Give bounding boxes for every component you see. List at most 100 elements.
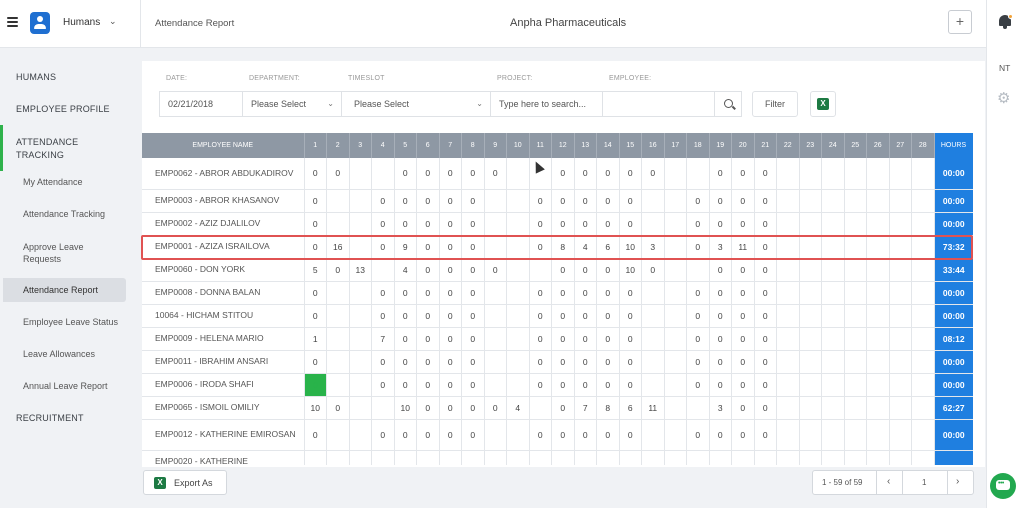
attendance-cell[interactable]: 0 bbox=[709, 212, 732, 236]
attendance-cell[interactable] bbox=[911, 419, 935, 451]
attendance-cell[interactable] bbox=[506, 189, 530, 213]
attendance-cell[interactable]: 0 bbox=[304, 189, 327, 213]
attendance-cell[interactable] bbox=[799, 189, 822, 213]
attendance-cell[interactable] bbox=[911, 281, 935, 305]
attendance-cell[interactable]: 0 bbox=[731, 281, 755, 305]
attendance-cell[interactable] bbox=[844, 419, 867, 451]
attendance-cell[interactable]: 0 bbox=[461, 327, 485, 351]
attendance-cell[interactable]: 0 bbox=[484, 258, 507, 282]
attendance-cell[interactable] bbox=[664, 419, 687, 451]
attendance-cell[interactable]: 0 bbox=[596, 212, 620, 236]
attendance-cell[interactable] bbox=[619, 450, 642, 465]
attendance-cell[interactable] bbox=[844, 350, 867, 374]
attendance-cell[interactable]: 0 bbox=[686, 189, 710, 213]
attendance-cell[interactable] bbox=[461, 450, 485, 465]
attendance-cell[interactable] bbox=[821, 158, 845, 190]
attendance-cell[interactable] bbox=[821, 212, 845, 236]
attendance-cell[interactable] bbox=[821, 373, 845, 397]
attendance-cell[interactable] bbox=[529, 450, 552, 465]
attendance-cell[interactable] bbox=[911, 212, 935, 236]
attendance-cell[interactable]: 0 bbox=[371, 235, 395, 259]
employee-name-cell[interactable]: EMP0020 - KATHERINE bbox=[142, 450, 305, 465]
attendance-cell[interactable]: 0 bbox=[731, 350, 755, 374]
attendance-cell[interactable]: 0 bbox=[574, 327, 597, 351]
attendance-cell[interactable] bbox=[844, 450, 867, 465]
attendance-cell[interactable] bbox=[844, 327, 867, 351]
attendance-cell[interactable] bbox=[349, 189, 372, 213]
attendance-cell[interactable]: 0 bbox=[394, 158, 417, 190]
attendance-cell[interactable]: 0 bbox=[619, 419, 642, 451]
attendance-cell[interactable]: 0 bbox=[439, 212, 462, 236]
attendance-cell[interactable]: 0 bbox=[731, 396, 755, 420]
attendance-cell[interactable]: 0 bbox=[709, 281, 732, 305]
attendance-cell[interactable]: 0 bbox=[731, 373, 755, 397]
attendance-cell[interactable]: 0 bbox=[686, 212, 710, 236]
attendance-cell[interactable]: 0 bbox=[754, 189, 777, 213]
attendance-cell[interactable] bbox=[754, 450, 777, 465]
attendance-cell[interactable] bbox=[911, 158, 935, 190]
attendance-cell[interactable]: 0 bbox=[304, 281, 327, 305]
attendance-cell[interactable] bbox=[799, 258, 822, 282]
attendance-cell[interactable]: 0 bbox=[574, 158, 597, 190]
attendance-cell[interactable] bbox=[821, 304, 845, 328]
attendance-cell[interactable]: 0 bbox=[754, 304, 777, 328]
attendance-cell[interactable]: 13 bbox=[349, 258, 372, 282]
excel-export-button[interactable]: X bbox=[810, 91, 836, 117]
attendance-cell[interactable]: 7 bbox=[574, 396, 597, 420]
attendance-cell[interactable] bbox=[799, 304, 822, 328]
attendance-cell[interactable]: 0 bbox=[439, 350, 462, 374]
attendance-cell[interactable]: 0 bbox=[754, 350, 777, 374]
attendance-cell[interactable]: 0 bbox=[686, 304, 710, 328]
attendance-cell[interactable]: 0 bbox=[596, 327, 620, 351]
attendance-cell[interactable]: 10 bbox=[304, 396, 327, 420]
attendance-cell[interactable] bbox=[326, 450, 350, 465]
attendance-cell[interactable]: 0 bbox=[754, 419, 777, 451]
attendance-cell[interactable] bbox=[776, 419, 800, 451]
attendance-cell[interactable] bbox=[326, 373, 350, 397]
attendance-cell[interactable] bbox=[911, 258, 935, 282]
attendance-cell[interactable]: 6 bbox=[619, 396, 642, 420]
attendance-cell[interactable] bbox=[799, 450, 822, 465]
attendance-cell[interactable] bbox=[664, 350, 687, 374]
attendance-cell[interactable]: 0 bbox=[371, 212, 395, 236]
attendance-cell[interactable]: 0 bbox=[619, 373, 642, 397]
attendance-cell[interactable]: 0 bbox=[574, 373, 597, 397]
attendance-cell[interactable] bbox=[799, 281, 822, 305]
attendance-cell[interactable]: 0 bbox=[686, 373, 710, 397]
attendance-cell[interactable]: 10 bbox=[619, 235, 642, 259]
attendance-cell[interactable] bbox=[664, 373, 687, 397]
attendance-cell[interactable] bbox=[776, 350, 800, 374]
attendance-cell[interactable]: 0 bbox=[439, 258, 462, 282]
attendance-cell[interactable]: 0 bbox=[484, 158, 507, 190]
table-row[interactable]: EMP0002 - AZIZ DJALILOV 0 0 0 0 0 0 0 0 0 0 0 0 0 0 0 00… bbox=[142, 212, 973, 236]
attendance-cell[interactable] bbox=[326, 304, 350, 328]
attendance-cell[interactable]: 0 bbox=[394, 304, 417, 328]
attendance-cell[interactable] bbox=[889, 419, 912, 451]
attendance-cell[interactable]: 0 bbox=[551, 327, 575, 351]
attendance-cell[interactable]: 0 bbox=[394, 212, 417, 236]
attendance-cell[interactable] bbox=[664, 235, 687, 259]
attendance-cell[interactable] bbox=[484, 419, 507, 451]
attendance-cell[interactable]: 0 bbox=[551, 212, 575, 236]
attendance-cell[interactable]: 3 bbox=[641, 235, 665, 259]
attendance-cell[interactable] bbox=[911, 327, 935, 351]
attendance-cell[interactable]: 0 bbox=[439, 419, 462, 451]
attendance-cell[interactable] bbox=[349, 373, 372, 397]
attendance-cell[interactable] bbox=[349, 327, 372, 351]
attendance-cell[interactable]: 0 bbox=[371, 304, 395, 328]
attendance-cell[interactable] bbox=[776, 396, 800, 420]
attendance-cell[interactable] bbox=[889, 235, 912, 259]
attendance-cell[interactable] bbox=[506, 281, 530, 305]
attendance-cell[interactable]: 0 bbox=[439, 281, 462, 305]
attendance-cell[interactable]: 0 bbox=[439, 373, 462, 397]
attendance-cell[interactable] bbox=[776, 304, 800, 328]
attendance-cell[interactable] bbox=[506, 212, 530, 236]
attendance-cell[interactable]: 0 bbox=[416, 158, 440, 190]
gear-icon[interactable]: ⚙ bbox=[997, 89, 1010, 107]
attendance-cell[interactable] bbox=[664, 281, 687, 305]
attendance-cell[interactable]: 0 bbox=[754, 212, 777, 236]
employee-name-cell[interactable]: EMP0062 - ABROR ABDUKADIROV bbox=[142, 158, 305, 190]
attendance-cell[interactable] bbox=[844, 158, 867, 190]
attendance-cell[interactable]: 0 bbox=[461, 350, 485, 374]
attendance-cell[interactable] bbox=[821, 189, 845, 213]
